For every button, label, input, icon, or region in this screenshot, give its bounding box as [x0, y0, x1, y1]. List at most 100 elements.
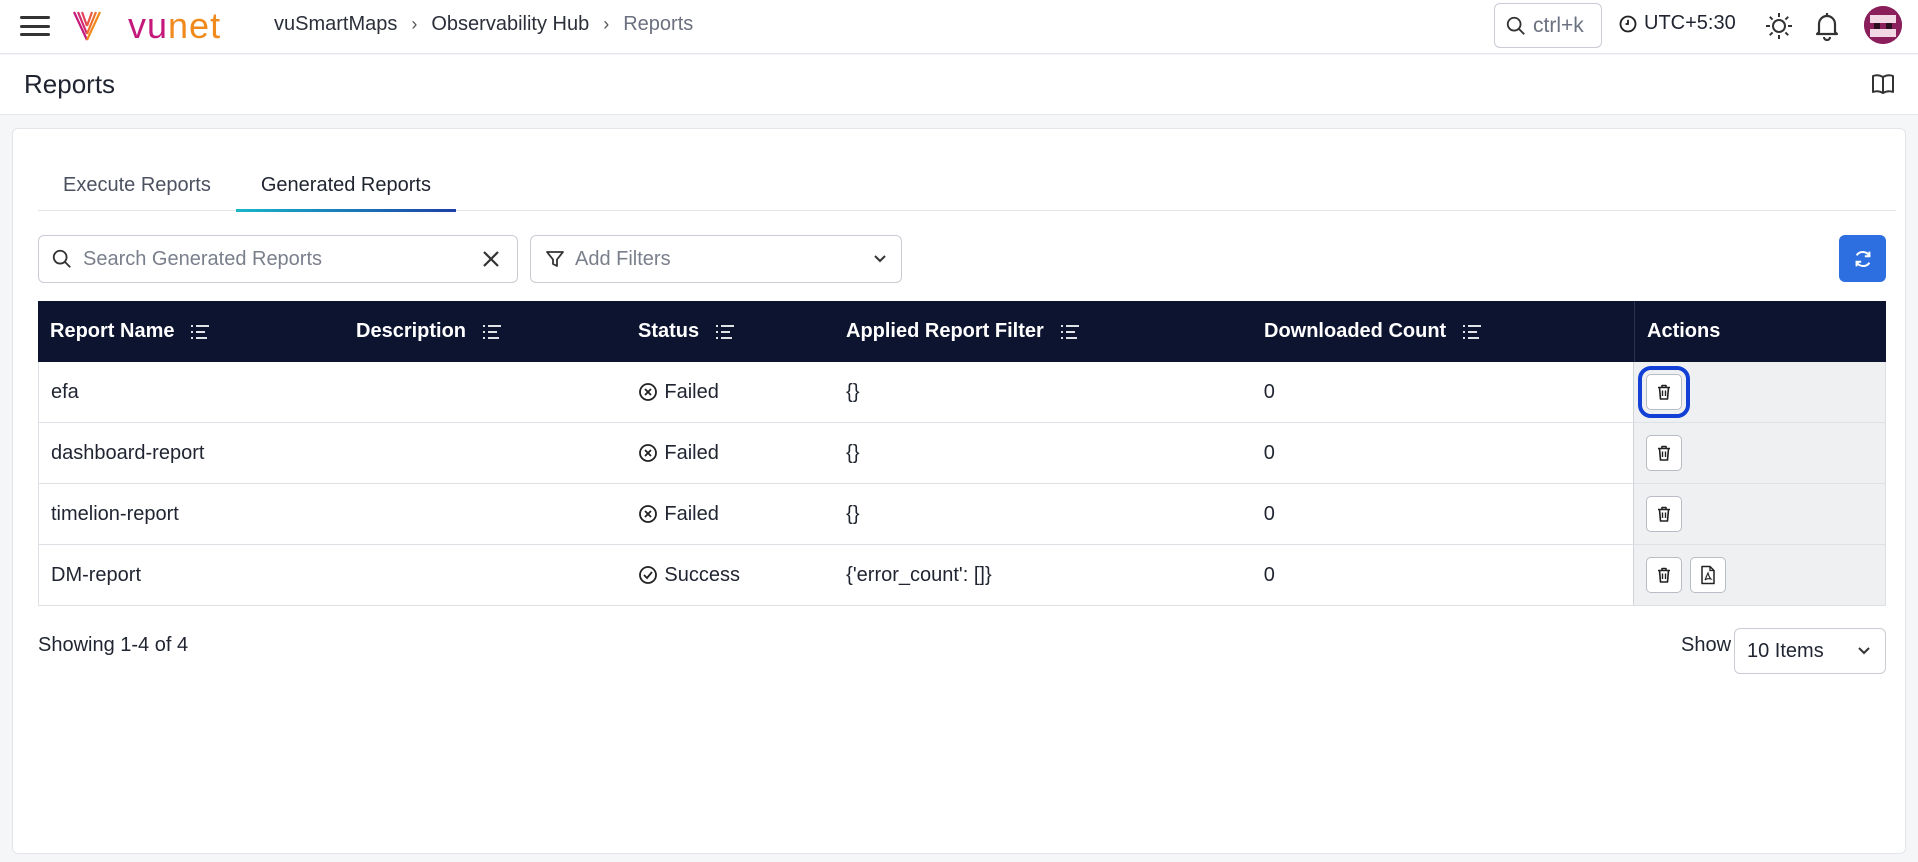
- actions-cell: [1633, 423, 1886, 483]
- notification-bell-icon[interactable]: [1811, 10, 1843, 42]
- tab-generated-reports[interactable]: Generated Reports: [235, 159, 457, 212]
- table-row: efa Failed {} 0: [39, 362, 1886, 423]
- trash-icon: [1658, 384, 1671, 400]
- downloaded-count-cell: 0: [1263, 441, 1275, 464]
- applied-filter-cell: {}: [846, 502, 860, 525]
- report-name-cell: timelion-report: [51, 502, 179, 525]
- trash-icon: [1658, 506, 1671, 522]
- table-header: Report Name Description Status Applied R…: [38, 301, 1886, 362]
- status-label: Failed: [664, 441, 719, 464]
- clear-search-icon[interactable]: [477, 245, 505, 273]
- logo-text: vunet: [128, 5, 222, 46]
- timezone-selector[interactable]: UTC+5:30: [1618, 12, 1736, 35]
- pagination-summary: Showing 1-4 of 4: [38, 634, 189, 656]
- status-cell: Failed: [626, 362, 834, 422]
- description-cell: [345, 545, 627, 605]
- applied-filter-cell: {'error_count': []}: [846, 563, 992, 586]
- delete-report-button[interactable]: [1638, 366, 1691, 418]
- column-header-report-name: Report Name: [38, 301, 344, 362]
- book-icon[interactable]: [1870, 71, 1898, 99]
- generated-reports-table: Report Name Description Status Applied R…: [38, 301, 1886, 606]
- chevron-right-icon: ›: [603, 14, 610, 34]
- chevron-right-icon: ›: [411, 14, 418, 34]
- failed-status-icon: [639, 505, 658, 523]
- actions-cell: [1633, 545, 1886, 605]
- column-header-downloaded-count: Downloaded Count: [1252, 301, 1634, 362]
- breadcrumb-item-reports: Reports: [623, 13, 694, 35]
- description-cell: [345, 423, 627, 483]
- applied-filter-cell: {}: [846, 380, 860, 403]
- column-header-description: Description: [344, 301, 626, 362]
- vunet-logo[interactable]: vunet: [72, 6, 221, 46]
- chevron-down-icon: [874, 255, 886, 263]
- delete-report-button[interactable]: [1646, 435, 1683, 471]
- downloaded-count-cell: 0: [1263, 502, 1275, 525]
- report-name-cell: efa: [51, 380, 79, 403]
- page-title: Reports: [24, 69, 116, 99]
- delete-report-button[interactable]: [1646, 496, 1683, 532]
- global-search-button[interactable]: ctrl+k: [1494, 3, 1602, 48]
- delete-report-button[interactable]: [1646, 557, 1683, 593]
- actions-cell: [1633, 362, 1886, 422]
- status-label: Failed: [664, 502, 719, 525]
- table-row: dashboard-report Failed {} 0: [39, 423, 1886, 484]
- top-bar: vunet vuSmartMaps › Observability Hub › …: [0, 0, 1918, 54]
- timezone-label: UTC+5:30: [1644, 12, 1736, 34]
- description-cell: [345, 362, 627, 422]
- column-header-actions: Actions: [1634, 301, 1886, 362]
- vunet-logo-mark-icon: [73, 11, 101, 41]
- status-cell: Failed: [626, 423, 834, 483]
- column-menu-icon[interactable]: [1462, 324, 1482, 340]
- status-cell: Failed: [626, 484, 834, 544]
- column-menu-icon[interactable]: [1060, 324, 1080, 340]
- status-label: Success: [664, 563, 740, 586]
- report-name-cell: DM-report: [51, 563, 142, 586]
- table-body: efa Failed {} 0 dashboard-report Failed …: [38, 362, 1886, 606]
- failed-status-icon: [639, 383, 658, 401]
- downloaded-count-cell: 0: [1263, 563, 1275, 586]
- search-icon: [1506, 16, 1525, 35]
- theme-toggle-sun-icon[interactable]: [1763, 10, 1795, 42]
- downloaded-count-cell: 0: [1263, 380, 1275, 403]
- add-filters-label: Add Filters: [575, 247, 671, 270]
- breadcrumb-item-vusmartmaps[interactable]: vuSmartMaps: [274, 13, 397, 36]
- add-filters-dropdown[interactable]: Add Filters: [530, 235, 902, 283]
- failed-status-icon: [639, 444, 658, 462]
- search-generated-reports: [38, 235, 518, 283]
- status-label: Failed: [664, 380, 719, 403]
- breadcrumb-item-observability-hub[interactable]: Observability Hub: [431, 13, 589, 36]
- download-pdf-button[interactable]: [1690, 557, 1727, 593]
- pdf-file-icon: [1701, 565, 1716, 585]
- trash-icon: [1658, 445, 1671, 461]
- report-name-cell: dashboard-report: [51, 441, 205, 464]
- column-header-applied-report-filter: Applied Report Filter: [834, 301, 1252, 362]
- chevron-down-icon: [1858, 647, 1870, 655]
- search-input[interactable]: [83, 247, 477, 271]
- search-icon: [52, 249, 71, 268]
- filter-icon: [546, 251, 564, 267]
- report-tabs: Execute Reports Generated Reports: [38, 159, 1896, 212]
- success-status-icon: [639, 566, 658, 584]
- user-avatar[interactable]: [1864, 6, 1902, 44]
- page-size-label: Show: [1681, 634, 1732, 656]
- refresh-button[interactable]: [1839, 235, 1886, 282]
- tab-execute-reports[interactable]: Execute Reports: [38, 159, 236, 211]
- column-menu-icon[interactable]: [715, 324, 735, 340]
- page-size-select[interactable]: 10 Items: [1734, 628, 1886, 674]
- search-shortcut-label: ctrl+k: [1533, 13, 1584, 37]
- applied-filter-cell: {}: [846, 441, 860, 464]
- column-menu-icon[interactable]: [482, 324, 502, 340]
- clock-icon: [1619, 15, 1637, 32]
- trash-icon: [1658, 567, 1671, 583]
- column-menu-icon[interactable]: [190, 324, 210, 340]
- description-cell: [345, 484, 627, 544]
- table-row: timelion-report Failed {} 0: [39, 484, 1886, 545]
- column-header-status: Status: [626, 301, 834, 362]
- status-cell: Success: [626, 545, 834, 605]
- breadcrumb: vuSmartMaps › Observability Hub › Report…: [274, 13, 693, 36]
- page-header: Reports: [0, 55, 1918, 115]
- menu-icon[interactable]: [20, 14, 50, 38]
- actions-cell: [1633, 484, 1886, 544]
- refresh-icon: [1855, 250, 1870, 267]
- reports-card: Execute Reports Generated Reports Add Fi…: [12, 128, 1906, 854]
